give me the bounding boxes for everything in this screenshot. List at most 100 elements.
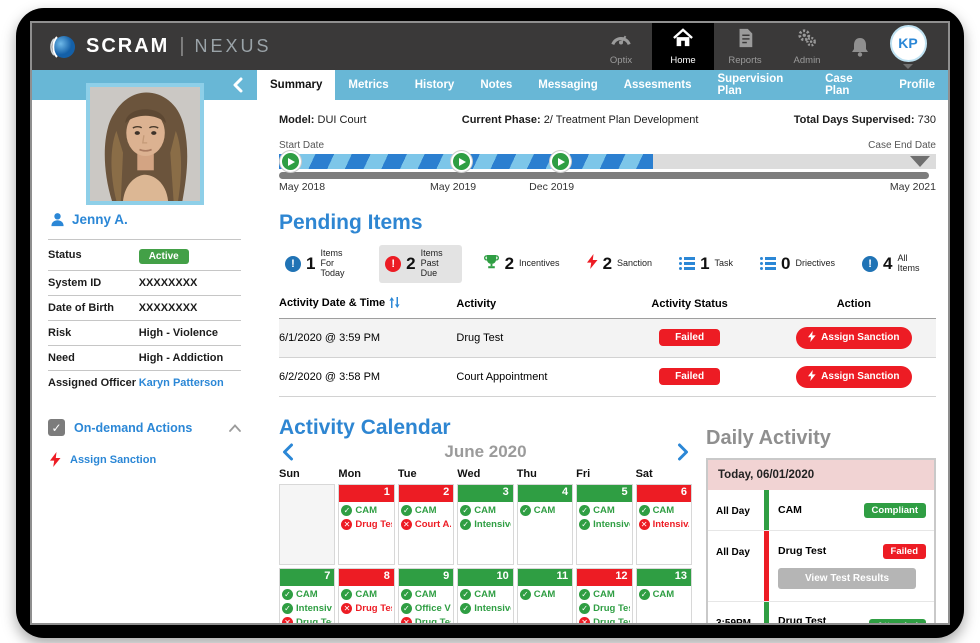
filter-count: 4 xyxy=(883,254,892,274)
entry-name: Drug Test Appointment xyxy=(778,615,865,625)
supervision-timeline: Start Date Case End Date May 2018May 201… xyxy=(279,140,936,196)
day-number: 5 xyxy=(577,485,631,502)
calendar-activity-item: ✓CAM xyxy=(639,505,689,516)
day-number: 8 xyxy=(339,569,393,586)
nav-item-home[interactable]: Home xyxy=(652,23,714,70)
tab-history[interactable]: History xyxy=(402,70,468,100)
day-number: 1 xyxy=(339,485,393,502)
activity-label: Office Vi... xyxy=(415,603,451,614)
activity-label: CAM xyxy=(593,505,615,516)
detail-value: Active xyxy=(139,246,241,264)
tab-assesments[interactable]: Assesments xyxy=(611,70,705,100)
chevron-up-icon[interactable] xyxy=(229,424,241,432)
detail-row-assigned-officer: Assigned OfficerKaryn Patterson xyxy=(48,370,241,395)
pending-filter-driectives[interactable]: 0Driectives xyxy=(754,250,841,278)
checkbox-icon[interactable]: ✓ xyxy=(48,419,65,436)
entry-action-button[interactable]: View Test Results xyxy=(778,568,916,589)
calendar-activity-item: ✓CAM xyxy=(341,589,391,600)
day-number: 7 xyxy=(280,569,334,586)
tab-metrics[interactable]: Metrics xyxy=(335,70,401,100)
entry-status-badge: Compliant xyxy=(864,503,926,518)
calendar-day-cell[interactable]: 12✓CAM✓Drug Test✕Drug Test xyxy=(576,568,632,625)
assign-sanction-link[interactable]: Assign Sanction xyxy=(48,452,241,467)
calendar-day-cell[interactable]: 2✓CAM✕Court A... xyxy=(398,484,454,565)
timeline-date-label: May 2019 xyxy=(430,181,476,193)
entry-content: Drug Test AppointmentAttendedView Appoin… xyxy=(769,602,934,625)
calendar-prev-month-button[interactable] xyxy=(279,443,296,461)
check-circle-icon: ✓ xyxy=(282,603,293,614)
activity-label: CAM xyxy=(355,505,377,516)
calendar-month-label: June 2020 xyxy=(296,442,675,462)
pending-filter-items-past-due[interactable]: !2Items Past Due xyxy=(379,245,461,283)
calendar-day-cell[interactable]: 7✓CAM✓Intensive✕Drug Test xyxy=(279,568,335,625)
activity-label: CAM xyxy=(415,505,437,516)
calendar-day-cell[interactable]: 6✓CAM✕Intensiv... xyxy=(636,484,692,565)
timeline-date-label: Dec 2019 xyxy=(529,181,574,193)
entry-content: Drug TestFailedView Test Results xyxy=(769,531,934,601)
pending-filter-incentives[interactable]: 2Incentives xyxy=(477,250,566,278)
pending-filter-task[interactable]: 1Task xyxy=(673,250,739,278)
calendar-day-cell[interactable]: 9✓CAM✓Office Vi...✕Drug Test xyxy=(398,568,454,625)
activity-label: Drug Test xyxy=(415,617,451,625)
user-avatar[interactable]: KP xyxy=(882,25,934,69)
detail-row-system-id: System IDXXXXXXXX xyxy=(48,270,241,295)
activity-label: Drug Test xyxy=(355,519,391,530)
check-circle-icon: ✓ xyxy=(520,505,531,516)
detail-label: Status xyxy=(48,249,139,261)
tab-profile[interactable]: Profile xyxy=(886,70,948,100)
tab-messaging[interactable]: Messaging xyxy=(525,70,610,100)
calendar-next-month-button[interactable] xyxy=(675,443,692,461)
daily-entry: All DayDrug TestFailedView Test Results xyxy=(708,530,934,601)
calendar-day-cell[interactable]: 13✓CAM xyxy=(636,568,692,625)
detail-value[interactable]: Karyn Patterson xyxy=(139,377,241,389)
calendar-day-cell[interactable]: 10✓CAM✓Intensive xyxy=(457,568,513,625)
cell-status: Failed xyxy=(607,329,771,346)
activity-label: Court A... xyxy=(415,519,451,530)
tab-summary[interactable]: Summary xyxy=(257,70,335,100)
sort-icon[interactable] xyxy=(389,297,400,311)
detail-value: High - Violence xyxy=(139,327,241,339)
assign-sanction-button[interactable]: Assign Sanction xyxy=(796,327,911,349)
weekday-label: Wed xyxy=(457,468,513,480)
calendar-activity-item: ✕Drug Test xyxy=(401,617,451,625)
pending-filter-items-for-today[interactable]: !1Items For Today xyxy=(279,245,364,283)
calendar-day-cell[interactable]: 5✓CAM✓Intensive xyxy=(576,484,632,565)
calendar-activity-item: ✓CAM xyxy=(282,589,332,600)
tab-supervision-plan[interactable]: Supervision Plan xyxy=(704,70,812,100)
timeline-phase-marker-icon[interactable] xyxy=(550,151,571,172)
notifications-bell-icon[interactable] xyxy=(838,36,882,58)
calendar-day-cell[interactable]: 11✓CAM xyxy=(517,568,573,625)
day-items: ✓CAM✕Court A... xyxy=(399,502,453,536)
pending-filter-all-items[interactable]: !4All Items xyxy=(856,250,936,278)
timeline-phase-marker-icon[interactable] xyxy=(451,151,472,172)
detail-row-date-of-birth: Date of BirthXXXXXXXX xyxy=(48,295,241,320)
calendar-day-cell[interactable]: 8✓CAM✕Drug Test xyxy=(338,568,394,625)
cell-datetime: 6/1/2020 @ 3:59 PM xyxy=(279,332,456,344)
sidebar-collapse-button[interactable] xyxy=(230,77,245,93)
activity-calendar: Activity Calendar June 2020 SunMonTueWed… xyxy=(279,401,692,625)
scram-nexus-logo: SCRAM | NEXUS xyxy=(32,32,272,62)
assign-sanction-button[interactable]: Assign Sanction xyxy=(796,366,911,388)
calendar-day-cell[interactable]: 3✓CAM✓Intensive xyxy=(457,484,513,565)
calendar-activity-item: ✓Intensive xyxy=(579,519,629,530)
logo-divider: | xyxy=(177,35,186,58)
nav-item-admin[interactable]: Admin xyxy=(776,23,838,70)
check-circle-icon: ✓ xyxy=(341,589,352,600)
calendar-day-cell[interactable]: 1✓CAM✕Drug Test xyxy=(338,484,394,565)
calendar-day-cell[interactable]: 4✓CAM xyxy=(517,484,573,565)
top-nav: OptixHomeReportsAdmin KP xyxy=(590,23,948,70)
filter-count: 2 xyxy=(603,254,612,274)
logo-scram-text: SCRAM xyxy=(86,35,169,58)
tab-case-plan[interactable]: Case Plan xyxy=(812,70,886,100)
table-row: 6/1/2020 @ 3:59 PMDrug TestFailedAssign … xyxy=(279,319,936,358)
pending-filter-sanction[interactable]: 2Sanction xyxy=(581,250,659,278)
nav-item-optix[interactable]: Optix xyxy=(590,23,652,70)
client-photo xyxy=(86,83,204,205)
tab-notes[interactable]: Notes xyxy=(467,70,525,100)
check-circle-icon: ✓ xyxy=(579,589,590,600)
weekday-label: Mon xyxy=(338,468,394,480)
detail-label: Date of Birth xyxy=(48,302,139,314)
calendar-activity-item: ✕Drug Test xyxy=(579,617,629,625)
nav-item-reports[interactable]: Reports xyxy=(714,23,776,70)
detail-row-status: StatusActive xyxy=(48,239,241,270)
